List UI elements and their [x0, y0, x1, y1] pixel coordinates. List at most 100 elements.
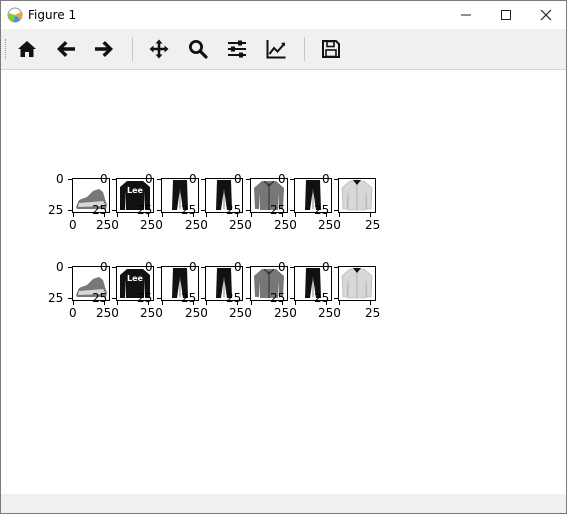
y-tick: [157, 298, 161, 299]
y-tick-label: 0: [189, 260, 197, 274]
y-tick: [201, 210, 205, 211]
y-tick: [201, 267, 205, 268]
x-tick-label: 250: [229, 218, 252, 232]
y-tick: [68, 179, 72, 180]
sliders-icon: [228, 40, 246, 58]
x-tick: [117, 301, 118, 305]
y-tick: [157, 267, 161, 268]
y-tick-label: 25: [226, 291, 242, 305]
y-tick-label: 25: [226, 203, 242, 217]
shirt-image: [341, 268, 373, 299]
status-bar: [1, 494, 566, 513]
x-tick: [162, 301, 163, 305]
close-button[interactable]: [526, 1, 566, 29]
y-tick-label: 0: [278, 172, 286, 186]
back-button[interactable]: [53, 36, 79, 62]
y-tick: [68, 267, 72, 268]
x-tick: [295, 213, 296, 217]
x-tick: [206, 213, 207, 217]
x-tick: [370, 213, 371, 217]
y-tick-label: 25: [270, 291, 286, 305]
x-tick: [73, 301, 74, 305]
x-tick: [339, 301, 340, 305]
toolbar-separator: [132, 37, 133, 61]
forward-button[interactable]: [91, 36, 117, 62]
close-icon: [540, 9, 552, 21]
x-tick-label: 250: [185, 306, 208, 320]
x-tick: [370, 301, 371, 305]
y-tick-label: 0: [100, 260, 108, 274]
y-tick-label: 25: [314, 203, 330, 217]
y-tick-label: 0: [322, 172, 330, 186]
x-tick-label: 250: [229, 306, 252, 320]
y-tick: [112, 210, 116, 211]
y-tick-label: 0: [145, 172, 153, 186]
home-icon: [18, 41, 36, 57]
y-tick-label: 25: [92, 291, 108, 305]
y-tick: [246, 210, 250, 211]
x-tick: [206, 301, 207, 305]
subplot-shirt: [338, 178, 376, 213]
x-tick: [162, 213, 163, 217]
x-tick-label: 25: [365, 218, 381, 232]
y-tick-label: 25: [181, 291, 197, 305]
x-tick-label: 0: [69, 306, 77, 320]
y-tick: [157, 179, 161, 180]
y-tick: [290, 179, 294, 180]
y-tick-label: 25: [181, 203, 197, 217]
maximize-icon: [501, 10, 511, 20]
floppy-icon: [322, 40, 340, 58]
x-tick-label: 250: [318, 218, 341, 232]
subplot-shirt: [338, 266, 376, 301]
svg-text:Lee: Lee: [127, 186, 144, 195]
x-tick-label: 250: [318, 306, 341, 320]
x-tick-label: 250: [274, 306, 297, 320]
y-tick: [112, 179, 116, 180]
x-tick-label: 250: [185, 218, 208, 232]
y-tick-label: 0: [278, 260, 286, 274]
svg-text:Lee: Lee: [127, 274, 144, 283]
matplotlib-logo-icon: [7, 7, 23, 23]
x-tick-label: 250: [274, 218, 297, 232]
x-tick-label: 250: [140, 218, 163, 232]
save-button[interactable]: [318, 36, 344, 62]
figure-canvas[interactable]: 0 25 Lee 0 25 0 25 0 25 0 25 0 25 0 25 0 250 250 250 250 250…: [1, 70, 566, 494]
y-tick-label: 0: [189, 172, 197, 186]
shirt-image: [341, 180, 373, 211]
y-tick: [246, 179, 250, 180]
y-tick-label: 25: [137, 291, 153, 305]
toolbar-separator: [304, 37, 305, 61]
y-tick-label: 25: [137, 203, 153, 217]
navigation-toolbar: [1, 29, 566, 70]
x-tick: [73, 213, 74, 217]
y-tick: [246, 298, 250, 299]
y-tick-label: 25: [48, 203, 64, 217]
y-tick: [157, 210, 161, 211]
zoom-button[interactable]: [185, 36, 211, 62]
y-tick-label: 0: [56, 172, 64, 186]
y-tick: [290, 298, 294, 299]
home-button[interactable]: [14, 36, 40, 62]
y-tick: [201, 179, 205, 180]
toolbar-grip: [5, 39, 9, 59]
maximize-button[interactable]: [486, 1, 526, 29]
y-tick-label: 25: [92, 203, 108, 217]
y-tick: [290, 210, 294, 211]
x-tick-label: 250: [96, 218, 119, 232]
arrow-left-icon: [57, 41, 75, 57]
configure-subplots-button[interactable]: [224, 36, 250, 62]
minimize-button[interactable]: [446, 1, 486, 29]
y-tick: [112, 298, 116, 299]
y-tick: [246, 267, 250, 268]
zoom-icon: [189, 40, 208, 59]
title-bar: Figure 1: [1, 1, 566, 29]
x-tick: [117, 213, 118, 217]
y-tick: [334, 298, 338, 299]
edit-axes-button[interactable]: [263, 36, 289, 62]
y-tick-label: 0: [322, 260, 330, 274]
pan-button[interactable]: [146, 36, 172, 62]
y-tick-label: 0: [56, 260, 64, 274]
y-tick-label: 0: [234, 260, 242, 274]
y-tick-label: 25: [270, 203, 286, 217]
x-tick: [339, 213, 340, 217]
